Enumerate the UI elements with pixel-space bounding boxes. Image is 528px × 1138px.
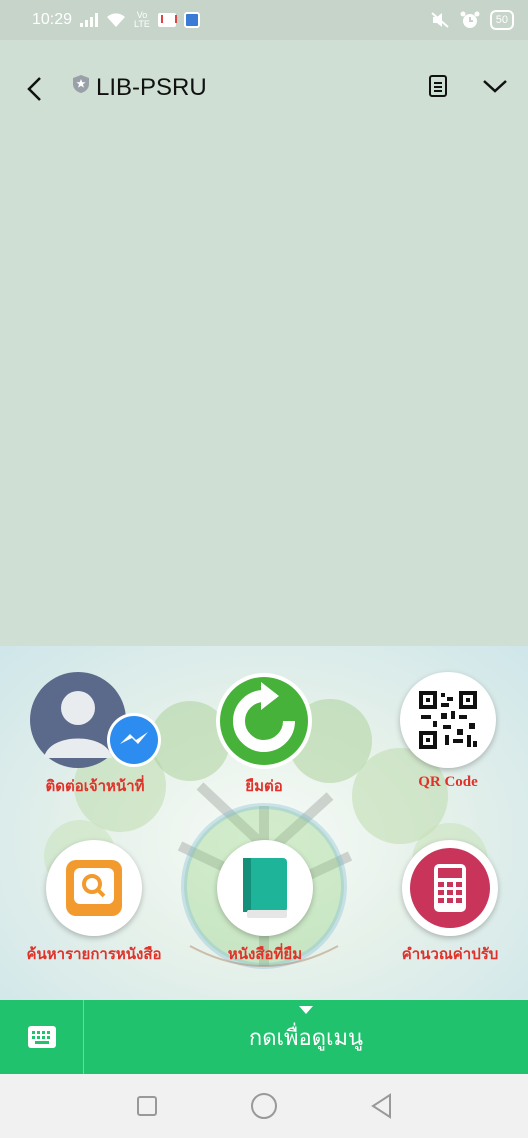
calculator-icon xyxy=(410,848,490,928)
menu-item-fine-calculator[interactable]: คำนวณค่าปรับ xyxy=(382,840,518,966)
caret-down-icon xyxy=(299,1006,313,1014)
menu-label: QR Code xyxy=(418,774,478,790)
alarm-icon xyxy=(460,11,480,28)
renew-arrow-icon xyxy=(216,673,312,769)
recents-square-icon[interactable] xyxy=(136,1095,158,1117)
menu-toggle-button[interactable]: กดเพื่อดูเมนู xyxy=(84,1000,528,1074)
messenger-icon xyxy=(107,713,161,767)
wifi-icon xyxy=(107,13,126,27)
chat-title: LIB-PSRU xyxy=(96,74,207,101)
battery-indicator: 50 xyxy=(489,10,514,30)
home-circle-icon[interactable] xyxy=(250,1092,278,1120)
status-bar: 10:29 Vo LTE 50 xyxy=(0,0,528,40)
menu-item-borrowed-books[interactable]: หนังสือที่ยืม xyxy=(210,840,320,966)
menu-item-search-books[interactable]: ค้นหารายการหนังสือ xyxy=(4,840,184,966)
qr-code-icon xyxy=(417,689,479,751)
menu-label: หนังสือที่ยืม xyxy=(227,947,303,963)
keyboard-toggle-button[interactable] xyxy=(0,1000,84,1074)
rich-menu-panel: ติดต่อเจ้าหน้าที่ ยืมต่อ QR Code ค้นหารา… xyxy=(0,646,528,1000)
chat-header: LIB-PSRU xyxy=(0,40,528,136)
mute-icon xyxy=(431,12,449,28)
gmail-icon xyxy=(157,13,177,27)
menu-label: ติดต่อเจ้าหน้าที่ xyxy=(45,779,145,795)
back-arrow-icon xyxy=(27,77,41,101)
menu-label: คำนวณค่าปรับ xyxy=(401,947,499,963)
chat-message-area xyxy=(0,136,528,646)
back-button[interactable] xyxy=(26,74,64,104)
keyboard-icon xyxy=(27,1026,56,1048)
back-triangle-icon[interactable] xyxy=(370,1093,392,1119)
book-icon xyxy=(243,858,287,918)
app-notification-icon xyxy=(183,12,200,28)
system-nav-bar xyxy=(0,1074,528,1138)
volte-icon: Vo LTE xyxy=(134,10,150,29)
menu-label: ยืมต่อ xyxy=(245,779,283,795)
rich-menu-bar: กดเพื่อดูเมนู xyxy=(0,1000,528,1074)
clock: 10:29 xyxy=(32,11,73,28)
menu-item-qr-code[interactable]: QR Code xyxy=(388,672,508,791)
notes-icon[interactable] xyxy=(428,74,448,98)
menu-item-renew[interactable]: ยืมต่อ xyxy=(198,672,330,798)
signal-icon xyxy=(80,13,99,27)
menu-item-contact-staff[interactable]: ติดต่อเจ้าหน้าที่ xyxy=(20,672,170,798)
chevron-down-icon[interactable] xyxy=(482,78,508,94)
shield-star-icon xyxy=(73,75,89,93)
search-catalog-icon xyxy=(66,860,122,916)
menu-label: ค้นหารายการหนังสือ xyxy=(26,947,162,963)
menu-toggle-label: กดเพื่อดูเมนู xyxy=(248,1024,364,1050)
